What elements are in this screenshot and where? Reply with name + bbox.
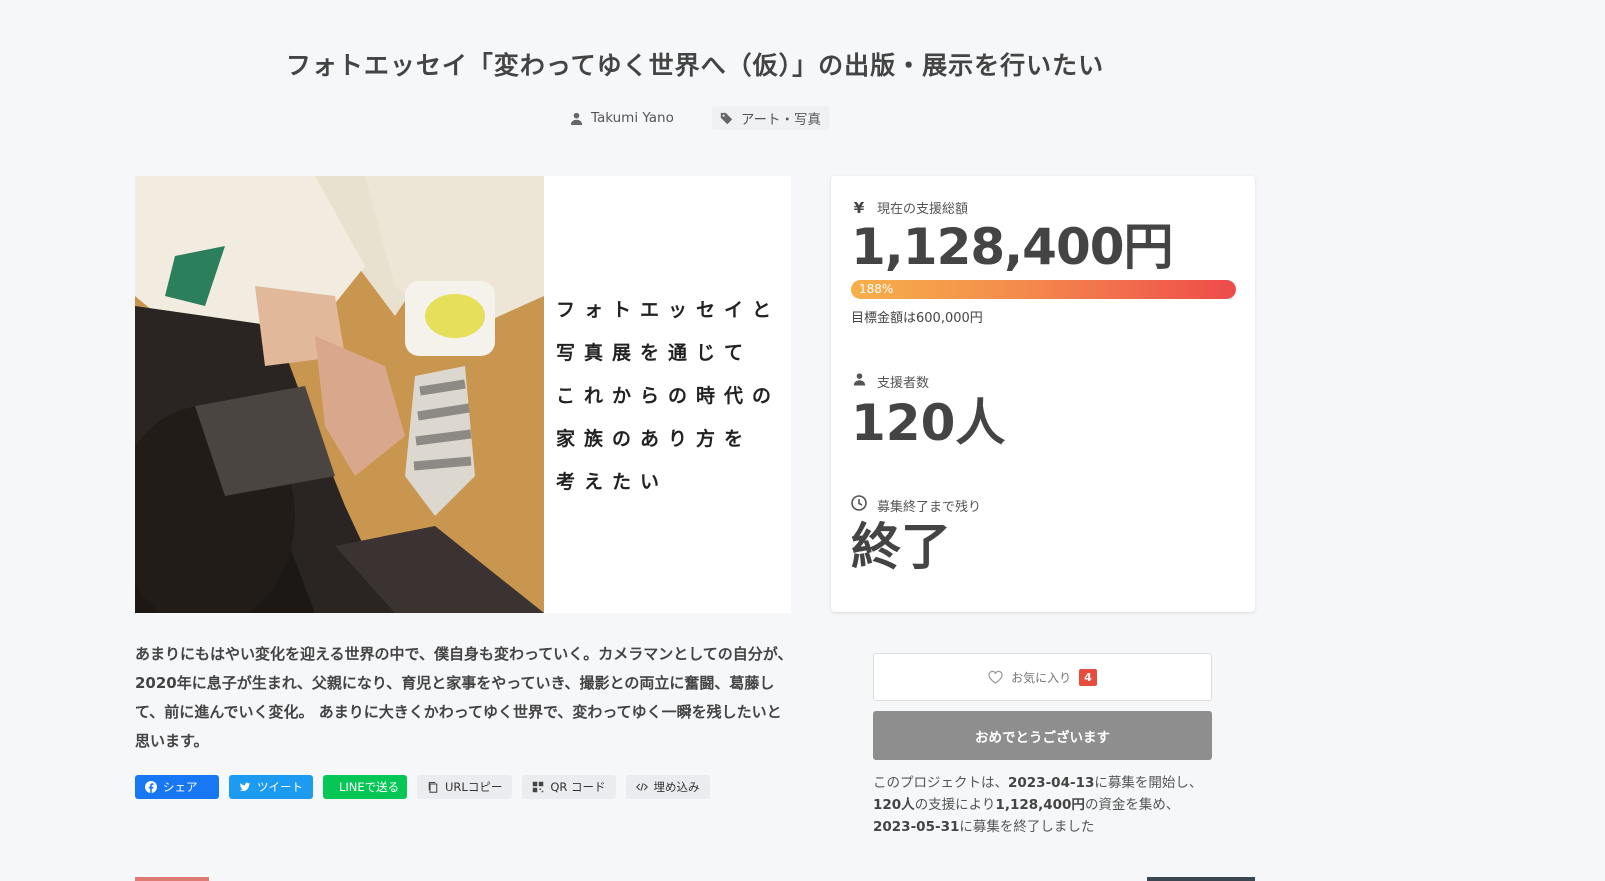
total-amount: 1,128,400円 (995, 797, 1085, 813)
supporter-count: 120人 (873, 797, 915, 813)
author-link[interactable]: Takumi Yano (562, 106, 682, 130)
section-tab-indicator (135, 877, 209, 881)
hero-line: フォトエッセイと (556, 299, 781, 321)
favorite-label: お気に入り (1011, 670, 1072, 685)
hero-text: フォトエッセイと 写真展を通じて これからの時代の 家族のあり方を 考えたい (544, 176, 791, 613)
start-date: 2023-04-13 (1008, 775, 1095, 791)
facebook-share-button[interactable]: シェア (135, 775, 219, 799)
heart-icon (988, 670, 1003, 684)
project-page: フォトエッセイ「変わってゆく世界へ（仮）」の出版・展示を行いたい Takumi … (0, 0, 1605, 881)
section-tab-indicator (1147, 877, 1255, 881)
copy-icon (428, 781, 438, 793)
hero-photo (135, 176, 544, 613)
remaining-label: 募集終了まで残り (851, 495, 1235, 515)
line-send-button[interactable]: LINEで送る (323, 775, 407, 799)
hero-line: 家族のあり方を (556, 428, 753, 450)
facebook-icon (145, 781, 157, 793)
url-copy-button[interactable]: URLコピー (417, 775, 513, 799)
qr-icon (533, 781, 544, 793)
supporters-count: 120人 (851, 393, 1006, 452)
project-description: あまりにもはやい変化を迎える世界の中で、僕自身も変わっていく。カメラマンとしての… (135, 645, 793, 750)
project-meta: Takumi Yano アート・写真 (0, 106, 1391, 130)
hero-line: 写真展を通じて (556, 342, 753, 364)
congrats-button[interactable]: おめでとうございます (873, 711, 1212, 760)
favorite-button[interactable]: お気に入り 4 (873, 653, 1212, 701)
user-icon (851, 372, 867, 390)
supporters-label: 支援者数 (851, 372, 1235, 391)
funding-stats-card: ¥ 現在の支援総額 1,128,400円 188% 目標金額は600,000円 … (831, 176, 1255, 612)
hero-line: 考えたい (556, 471, 669, 493)
funding-amount: 1,128,400円 (851, 218, 1174, 276)
category-label: アート・写真 (740, 112, 822, 128)
share-buttons: シェア ツイート LINEで送る URLコピー QR コード 埋め込み (135, 775, 710, 799)
embed-button[interactable]: 埋め込み (625, 775, 710, 799)
amount-label: ¥ 現在の支援総額 (851, 198, 1235, 218)
qr-code-button[interactable]: QR コード (522, 775, 616, 799)
favorite-count-badge: 4 (1079, 668, 1097, 686)
yen-icon: ¥ (853, 198, 865, 217)
progress-bar: 188% (851, 279, 1236, 299)
goal-amount: 目標金額は600,000円 (851, 310, 983, 326)
project-summary: このプロジェクトは、2023-04-13に募集を開始し、120人の支援により1,… (873, 775, 1203, 835)
code-icon (635, 783, 648, 791)
author-name: Takumi Yano (590, 110, 674, 126)
user-icon (570, 112, 583, 125)
clock-icon (851, 495, 867, 515)
hero-line: これからの時代の (556, 385, 781, 407)
page-title: フォトエッセイ「変わってゆく世界へ（仮）」の出版・展示を行いたい (285, 51, 1105, 80)
remaining-time: 終了 (851, 518, 951, 576)
tag-icon (720, 112, 733, 124)
end-date: 2023-05-31 (873, 819, 960, 835)
twitter-icon (239, 782, 251, 792)
progress-percent: 188% (859, 281, 894, 296)
twitter-tweet-button[interactable]: ツイート (229, 775, 313, 799)
hero-image: フォトエッセイと 写真展を通じて これからの時代の 家族のあり方を 考えたい (135, 176, 791, 613)
category-tag[interactable]: アート・写真 (711, 106, 830, 130)
